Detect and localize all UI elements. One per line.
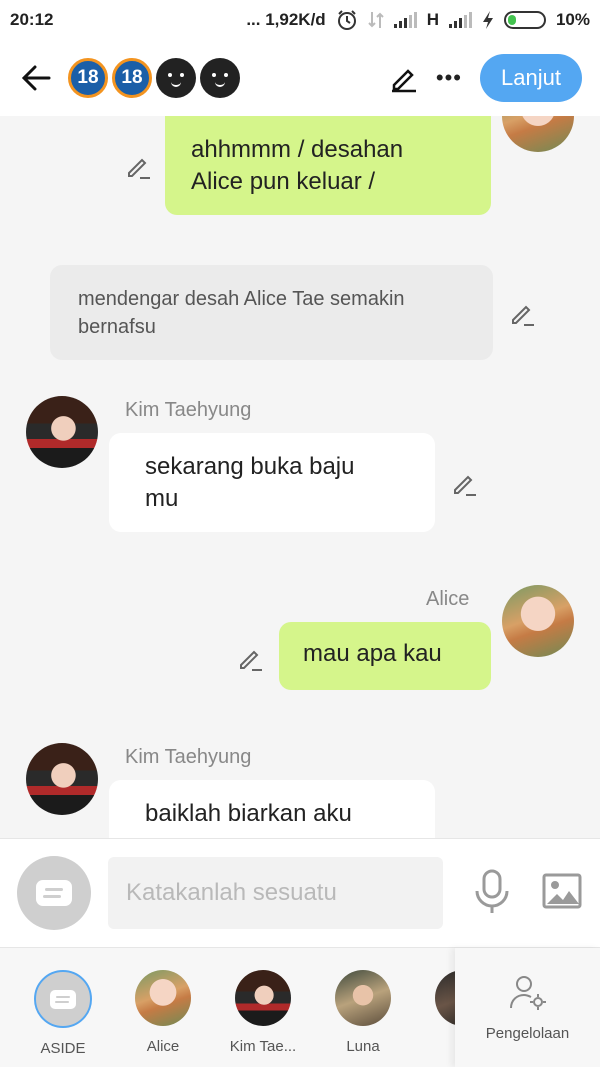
sender-name: Alice bbox=[426, 588, 470, 610]
network-type: H bbox=[426, 10, 439, 29]
alice-avatar bbox=[135, 970, 191, 1026]
chat-bubble-icon bbox=[50, 989, 76, 1009]
edit-message-icon[interactable] bbox=[124, 152, 152, 180]
back-arrow-icon bbox=[21, 65, 51, 91]
chat-bubble-icon bbox=[36, 880, 72, 906]
manage-label: Pengelolaan bbox=[485, 1025, 570, 1042]
user-settings-icon bbox=[509, 976, 546, 1010]
message-bubble-outgoing[interactable]: mau apa kau bbox=[279, 622, 491, 690]
smiley-face-icon bbox=[156, 58, 196, 98]
charging-icon bbox=[482, 11, 493, 29]
signal-icon bbox=[393, 12, 417, 28]
status-icons: ... 1,92K/d H 10% bbox=[246, 9, 590, 31]
edit-message-icon[interactable] bbox=[236, 644, 264, 672]
age-18-badge: 18 bbox=[112, 58, 152, 98]
message-bubble-incoming[interactable]: sekarang buka baju mu bbox=[109, 433, 435, 532]
narration-bubble[interactable]: mendengar desah Alice Tae semakin bernaf… bbox=[50, 265, 493, 360]
edit-message-icon[interactable] bbox=[450, 469, 478, 497]
message-bubble-incoming[interactable]: baiklah biarkan aku bbox=[109, 780, 435, 838]
narration-toggle-button[interactable] bbox=[17, 856, 91, 930]
aside-avatar bbox=[34, 970, 92, 1028]
tray-item-aside[interactable]: ASIDE bbox=[23, 970, 103, 1057]
signal-icon-2 bbox=[448, 12, 472, 28]
status-time: 20:12 bbox=[10, 10, 54, 29]
more-options-icon[interactable]: ••• bbox=[436, 65, 462, 91]
sender-name: Kim Taehyung bbox=[125, 746, 252, 768]
battery-icon bbox=[503, 11, 546, 29]
smiley-face-icon bbox=[200, 58, 240, 98]
alice-avatar[interactable] bbox=[502, 116, 574, 152]
edit-message-icon[interactable] bbox=[508, 299, 536, 327]
input-bar bbox=[0, 838, 600, 948]
character-tray: ASIDE Alice Kim Tae... Luna La Pengelola… bbox=[0, 948, 600, 1067]
battery-level: 10% bbox=[555, 10, 590, 29]
next-button[interactable]: Lanjut bbox=[480, 54, 582, 102]
network-speed: ... 1,92K/d bbox=[246, 10, 326, 29]
tray-item-label: Luna bbox=[346, 1038, 380, 1055]
message-bubble-outgoing[interactable]: ahhmmm / desahan Alice pun keluar / bbox=[165, 116, 491, 215]
kim-taehyung-avatar[interactable] bbox=[26, 396, 98, 468]
chat-header: 18 18 ••• Lanjut bbox=[0, 40, 600, 116]
tray-item-label: Kim Tae... bbox=[229, 1038, 297, 1055]
alarm-icon bbox=[337, 10, 356, 30]
luna-avatar bbox=[335, 970, 391, 1026]
tray-item-alice[interactable]: Alice bbox=[123, 970, 203, 1055]
rating-badges: 18 18 bbox=[68, 58, 240, 98]
tray-item-label: Alice bbox=[146, 1038, 180, 1055]
chat-area[interactable]: ahhmmm / desahan Alice pun keluar / mend… bbox=[0, 116, 600, 838]
status-bar: 20:12 ... 1,92K/d H 10% bbox=[0, 0, 600, 40]
manage-button[interactable]: Pengelolaan bbox=[455, 948, 600, 1067]
image-icon[interactable] bbox=[542, 873, 582, 909]
message-input[interactable] bbox=[108, 857, 443, 929]
kim-taehyung-avatar bbox=[235, 970, 291, 1026]
alice-avatar[interactable] bbox=[502, 585, 574, 657]
edit-icon[interactable] bbox=[388, 63, 418, 93]
sender-name: Kim Taehyung bbox=[125, 399, 252, 421]
header-actions: ••• Lanjut bbox=[388, 54, 582, 102]
tray-item-kim-taehyung[interactable]: Kim Tae... bbox=[223, 970, 303, 1055]
app-screen: 20:12 ... 1,92K/d H 10% 18 18 ••• Lanjut bbox=[0, 0, 600, 1067]
microphone-icon[interactable] bbox=[472, 869, 512, 915]
data-transfer-icon bbox=[367, 12, 384, 28]
back-button[interactable] bbox=[18, 60, 54, 96]
age-18-badge: 18 bbox=[68, 58, 108, 98]
kim-taehyung-avatar[interactable] bbox=[26, 743, 98, 815]
tray-item-label: ASIDE bbox=[40, 1040, 86, 1057]
tray-item-luna[interactable]: Luna bbox=[323, 970, 403, 1055]
